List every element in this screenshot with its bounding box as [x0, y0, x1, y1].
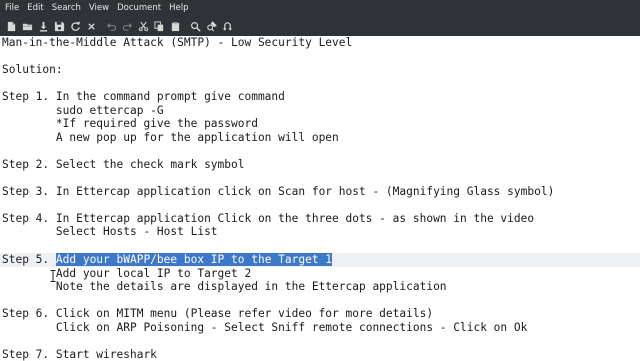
find-icon[interactable]: [188, 19, 202, 33]
menu-bar: File Edit Search View Document Help: [0, 0, 640, 17]
menu-help[interactable]: Help: [165, 0, 192, 17]
doc-line-5: Step 1. In the command prompt give comma…: [2, 90, 285, 104]
reload-icon[interactable]: [68, 19, 82, 33]
text-cursor-icon: [50, 270, 56, 282]
doc-line-7: *If required give the password: [2, 117, 258, 131]
redo-icon[interactable]: [120, 19, 134, 33]
find-replace-icon[interactable]: [204, 19, 218, 33]
doc-line-1: Man-in-the-Middle Attack (SMTP) - Low Se…: [2, 36, 352, 50]
doc-line-18: Add your local IP to Target 2: [2, 267, 251, 281]
text-editor[interactable]: Man-in-the-Middle Attack (SMTP) - Low Se…: [0, 36, 640, 360]
menu-edit[interactable]: Edit: [23, 0, 47, 17]
doc-line-19: Note the details are displayed in the Et…: [2, 280, 447, 294]
menu-view[interactable]: View: [85, 0, 113, 17]
menu-file[interactable]: File: [0, 0, 23, 17]
doc-line-14: Step 4. In Ettercap application Click on…: [2, 212, 534, 226]
undo-icon[interactable]: [104, 19, 118, 33]
cut-icon[interactable]: [136, 19, 150, 33]
doc-line-21: Step 6. Click on MITM menu (Please refer…: [2, 307, 433, 321]
menu-document[interactable]: Document: [113, 0, 165, 17]
doc-line-8: A new pop up for the application will op…: [2, 131, 339, 145]
download-icon[interactable]: [36, 19, 50, 33]
line-prefix: Step 5.: [2, 253, 56, 266]
doc-line-22: Click on ARP Poisoning - Select Sniff re…: [2, 321, 527, 335]
doc-line-3: Solution:: [2, 63, 63, 77]
close-icon[interactable]: [84, 19, 98, 33]
doc-line-6: sudo ettercap -G: [2, 104, 164, 118]
copy-icon[interactable]: [152, 19, 166, 33]
open-file-icon[interactable]: [20, 19, 34, 33]
toolbar: [0, 17, 640, 35]
window-chrome: File Edit Search View Document Help: [0, 0, 640, 37]
doc-line-17: Step 5. Add your bWAPP/bee box IP to the…: [2, 253, 332, 267]
doc-line-15: Select Hosts - Host List: [2, 225, 218, 239]
goto-icon[interactable]: [220, 19, 234, 33]
selected-text[interactable]: Add your bWAPP/bee box IP to the Target …: [56, 253, 332, 266]
new-file-icon[interactable]: [4, 19, 18, 33]
paste-icon[interactable]: [168, 19, 182, 33]
doc-line-12: Step 3. In Ettercap application click on…: [2, 185, 554, 199]
doc-line-24: Step 7. Start wireshark: [2, 348, 157, 361]
menu-search[interactable]: Search: [48, 0, 85, 17]
save-icon[interactable]: [52, 19, 66, 33]
doc-line-10: Step 2. Select the check mark symbol: [2, 158, 244, 172]
